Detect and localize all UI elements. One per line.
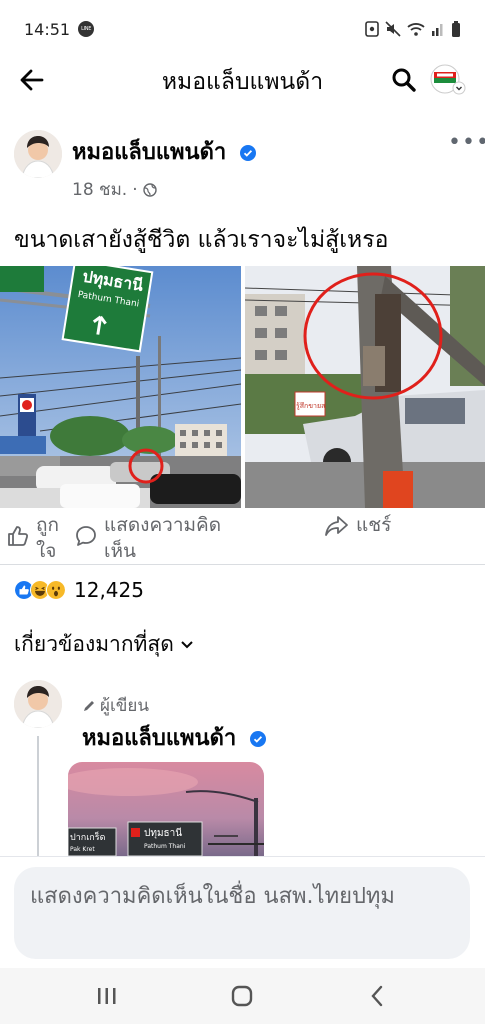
comment-author-label[interactable]: หมอแล็บแพนด้า — [82, 726, 236, 751]
comment-sign-right: ปทุมธานี — [144, 827, 182, 839]
post-photo-1[interactable]: ปทุมธานี Pathum Thani — [0, 266, 241, 508]
system-nav-bar — [0, 968, 485, 1024]
photo-grid: ปทุมธานี Pathum Thani รู้สึกขายส — [0, 266, 485, 508]
pencil-icon — [84, 700, 94, 711]
roadside-sign-text: รู้สึกขายส — [296, 401, 326, 410]
thread-line — [37, 736, 39, 856]
sort-label: เกี่ยวข้องมากที่สุด — [14, 632, 174, 656]
search-icon[interactable] — [391, 67, 417, 93]
comment-sort-dropdown[interactable]: เกี่ยวข้องมากที่สุด — [14, 628, 194, 661]
verified-badge-icon — [239, 145, 256, 161]
chevron-down-icon — [181, 640, 193, 648]
mute-icon — [385, 21, 401, 37]
comment-author-name[interactable]: หมอแล็บแพนด้า — [82, 720, 266, 755]
comment-bubble-icon — [76, 526, 96, 546]
comment-composer-bar: แสดงความคิดเห็นในชื่อ นสพ.ไทยปทุม — [0, 856, 485, 968]
reaction-summary[interactable]: 12,425 — [14, 578, 144, 602]
like-button[interactable]: ถูก ใจ — [6, 512, 72, 564]
post-meta: 18 ชม. · — [72, 176, 157, 203]
share-label: แชร์ — [356, 514, 392, 536]
post-actions: ถูก ใจ แสดงความคิด เห็น แชร์ — [0, 512, 485, 562]
home-icon[interactable] — [230, 984, 254, 1008]
recent-apps-icon[interactable] — [96, 986, 118, 1006]
post-author-label[interactable]: หมอแล็บแพนด้า — [72, 140, 226, 165]
post-text: ขนาดเสายังสู้ชีวิต แล้วเราจะไม่สู้เหรอ — [14, 227, 389, 253]
globe-icon — [142, 182, 157, 197]
comment-sign-right-en: Pathum Thani — [144, 843, 186, 850]
profile-switcher-icon[interactable] — [430, 64, 466, 96]
comment-item: ผู้เขียน หมอแล็บแพนด้า ปากเกร็ด Pak Kret… — [0, 676, 485, 856]
comment-label-line1: แสดงความคิด — [104, 514, 222, 536]
more-options-icon[interactable]: ••• — [448, 130, 485, 155]
share-button[interactable]: แชร์ — [324, 512, 444, 538]
comment-label-line2: เห็น — [104, 540, 137, 562]
like-label-line2: ใจ — [36, 540, 57, 562]
battery-icon — [452, 21, 460, 37]
status-time: 14:51 — [24, 19, 71, 39]
divider — [0, 564, 485, 565]
status-bar: 14:51 LINE — [0, 0, 485, 58]
post-author-name[interactable]: หมอแล็บแพนด้า — [72, 134, 256, 169]
comment-photo[interactable]: ปากเกร็ด Pak Kret ปทุมธานี Pathum Thani — [68, 762, 264, 856]
nfc-icon — [365, 21, 379, 37]
nav-back-icon[interactable] — [368, 984, 386, 1008]
author-avatar[interactable] — [14, 130, 62, 178]
post-photo-2[interactable]: รู้สึกขายส — [245, 266, 485, 508]
comment-button[interactable]: แสดงความคิด เห็น — [74, 512, 254, 564]
comment-sign-left-en: Pak Kret — [70, 846, 95, 853]
post-time[interactable]: 18 ชม. — [72, 176, 127, 203]
wifi-icon — [407, 23, 425, 36]
status-icons — [365, 21, 461, 37]
line-app-icon: LINE — [78, 21, 95, 37]
signal-icon — [432, 24, 443, 36]
author-badge-label: ผู้เขียน — [100, 696, 149, 716]
like-label-line1: ถูก — [36, 514, 60, 536]
author-badge: ผู้เขียน — [82, 692, 149, 719]
comment-input[interactable]: แสดงความคิดเห็นในชื่อ นสพ.ไทยปทุม — [14, 867, 470, 959]
wow-icon — [46, 580, 66, 600]
thumbs-up-icon — [8, 526, 29, 546]
comment-author-avatar[interactable] — [14, 680, 62, 728]
app-bar: หมอแล็บแพนด้า — [0, 58, 485, 102]
meta-separator: · — [132, 179, 138, 200]
post-header: หมอแล็บแพนด้า 18 ชม. · ••• — [0, 124, 485, 204]
share-arrow-icon — [325, 516, 348, 536]
reaction-count[interactable]: 12,425 — [74, 578, 144, 602]
verified-badge-icon — [249, 731, 266, 747]
